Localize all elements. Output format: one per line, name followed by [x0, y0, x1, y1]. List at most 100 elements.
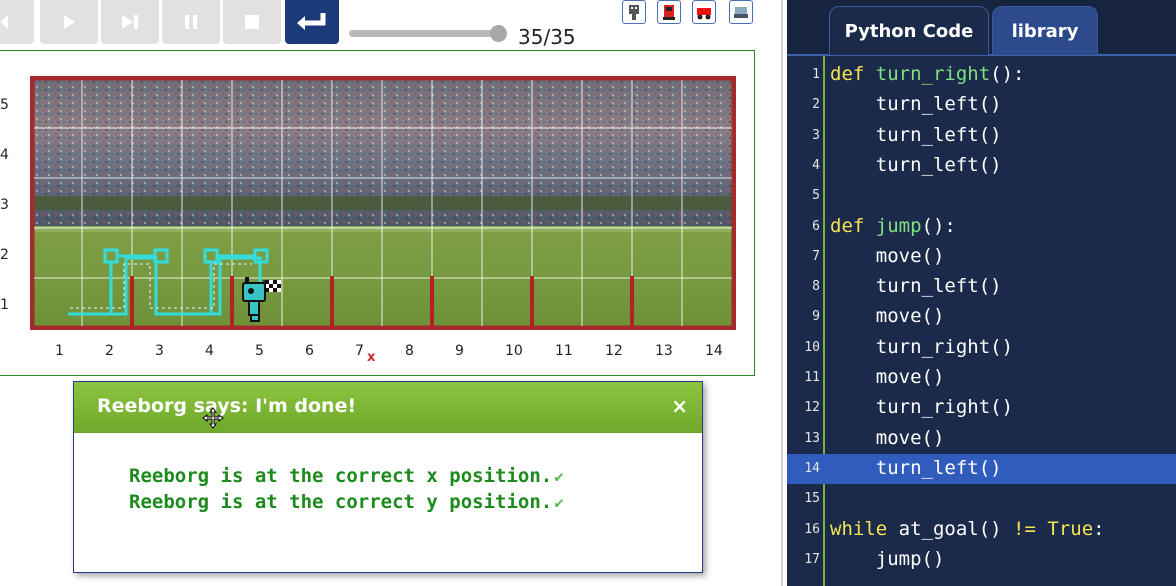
- line-number: 10: [804, 339, 820, 355]
- x-axis-label: 14: [705, 343, 723, 359]
- code-line[interactable]: 11 move(): [787, 363, 1176, 393]
- line-number: 11: [804, 370, 820, 385]
- code-line[interactable]: 12 turn_right(): [787, 393, 1176, 423]
- x-axis-label: 4: [205, 343, 214, 359]
- checkmark-icon: ✔: [554, 493, 564, 512]
- checkmark-icon: ✔: [554, 467, 564, 486]
- line-number: 8: [812, 279, 820, 295]
- x-axis-label: 5: [255, 343, 264, 359]
- code-line[interactable]: 13 move(): [787, 424, 1176, 454]
- tab-python-code[interactable]: Python Code: [829, 6, 989, 55]
- x-axis-label: 9: [455, 343, 464, 359]
- code-line[interactable]: 10 turn_right(): [787, 333, 1176, 363]
- x-axis-label: 3: [155, 343, 164, 359]
- code-line[interactable]: 8 turn_left(): [787, 272, 1176, 302]
- step-counter: 35/35: [518, 25, 576, 49]
- line-number: 5: [812, 188, 820, 204]
- code-line[interactable]: 5: [787, 181, 1176, 211]
- code-panel: Python Code library 1 def turn_right(): 2 …: [787, 0, 1176, 586]
- panel-divider[interactable]: [781, 0, 783, 586]
- dialog-titlebar[interactable]: Reeborg says: I'm done! ×: [74, 382, 702, 433]
- pause-icon: [185, 15, 197, 29]
- line-number: 16: [804, 521, 820, 537]
- world-grid[interactable]: [30, 76, 736, 330]
- step-button[interactable]: [101, 0, 159, 44]
- reeborg-says-dialog[interactable]: Reeborg says: I'm done! × Reeborg is at …: [73, 381, 703, 573]
- dialog-message-x: Reeborg is at the correct x position. ✔: [129, 465, 564, 487]
- code-text: move(): [830, 305, 945, 328]
- code-line[interactable]: 16 while at_goal() != True:: [787, 515, 1176, 545]
- code-line[interactable]: 3 turn_left(): [787, 121, 1176, 151]
- code-text: turn_left(): [830, 123, 1002, 146]
- code-text: def turn_right():: [830, 63, 1025, 85]
- pause-button[interactable]: [162, 0, 220, 44]
- code-text: move(): [830, 366, 945, 388]
- code-text: turn_left(): [830, 153, 1002, 176]
- robot-red-icon[interactable]: [657, 0, 681, 24]
- code-line[interactable]: 1 def turn_right():: [787, 60, 1176, 90]
- x-axis-label: 10: [505, 343, 523, 359]
- goal-x-marker: x: [367, 350, 376, 365]
- x-axis-label: 7: [355, 343, 364, 359]
- code-text: turn_left(): [830, 93, 1002, 116]
- progress-slider-handle[interactable]: [490, 25, 507, 42]
- move-cursor-icon: [202, 407, 224, 429]
- robot-select-icon[interactable]: [622, 0, 646, 24]
- code-line[interactable]: 6 def jump():: [787, 212, 1176, 242]
- code-line[interactable]: 14 turn_left(): [787, 453, 1176, 484]
- run-button[interactable]: [40, 0, 98, 44]
- code-text: move(): [830, 426, 945, 449]
- dialog-line-2: Reeborg is at the correct y position.: [129, 491, 553, 513]
- line-number: 3: [812, 127, 820, 143]
- robot-car-icon[interactable]: [692, 0, 716, 24]
- stop-button[interactable]: [223, 0, 281, 44]
- code-line[interactable]: 17 jump(): [787, 545, 1176, 575]
- y-axis-label: 5: [0, 97, 9, 113]
- code-editor[interactable]: 1 def turn_right(): 2 turn_left() 3 turn_le…: [787, 56, 1176, 586]
- line-number: 14: [804, 460, 820, 476]
- line-number: 17: [804, 551, 820, 567]
- x-axis-label: 12: [605, 343, 623, 359]
- robot-tank-icon[interactable]: [729, 0, 753, 24]
- code-line[interactable]: 7 move(): [787, 242, 1176, 272]
- y-axis-label: 1: [0, 297, 9, 313]
- code-text: turn_right(): [830, 396, 1014, 419]
- line-number: 7: [812, 248, 820, 264]
- code-text: def jump():: [830, 214, 956, 237]
- code-text: while at_goal() != True:: [830, 517, 1105, 540]
- code-line[interactable]: 15: [787, 484, 1176, 514]
- x-axis-label: 11: [555, 343, 573, 359]
- code-text: turn_left(): [830, 456, 1002, 479]
- code-line[interactable]: 4 turn_left(): [787, 151, 1176, 181]
- line-number: 6: [812, 218, 820, 234]
- line-number: 15: [804, 491, 820, 507]
- x-axis-label: 1: [55, 343, 64, 359]
- code-line[interactable]: 9 move(): [787, 302, 1176, 332]
- line-number: 2: [812, 97, 820, 113]
- code-text: move(): [830, 244, 945, 267]
- code-text: jump(): [830, 547, 945, 570]
- tab-library[interactable]: library: [992, 6, 1098, 55]
- y-axis-label: 4: [0, 147, 9, 163]
- reload-button[interactable]: [0, 0, 34, 44]
- y-axis-label: 2: [0, 247, 9, 263]
- line-number: 4: [812, 157, 820, 173]
- close-icon[interactable]: ×: [671, 394, 688, 418]
- x-axis-label: 13: [655, 343, 673, 359]
- y-axis-label: 3: [0, 197, 9, 213]
- x-axis-label: 6: [305, 343, 314, 359]
- stop-icon: [245, 15, 259, 29]
- x-axis-label: 2: [105, 343, 114, 359]
- x-axis-label: 8: [405, 343, 414, 359]
- code-line[interactable]: 2 turn_left(): [787, 90, 1176, 120]
- dialog-message-y: Reeborg is at the correct y position. ✔: [129, 491, 564, 513]
- return-icon: [297, 13, 326, 30]
- code-text: turn_left(): [830, 275, 1002, 298]
- code-text: turn_right(): [830, 335, 1014, 358]
- dialog-line-1: Reeborg is at the correct x position.: [129, 465, 553, 487]
- line-number: 1: [812, 67, 820, 82]
- progress-slider-track[interactable]: [349, 30, 501, 37]
- return-button[interactable]: [285, 0, 339, 44]
- line-number: 12: [804, 400, 820, 416]
- line-number: 13: [804, 430, 820, 446]
